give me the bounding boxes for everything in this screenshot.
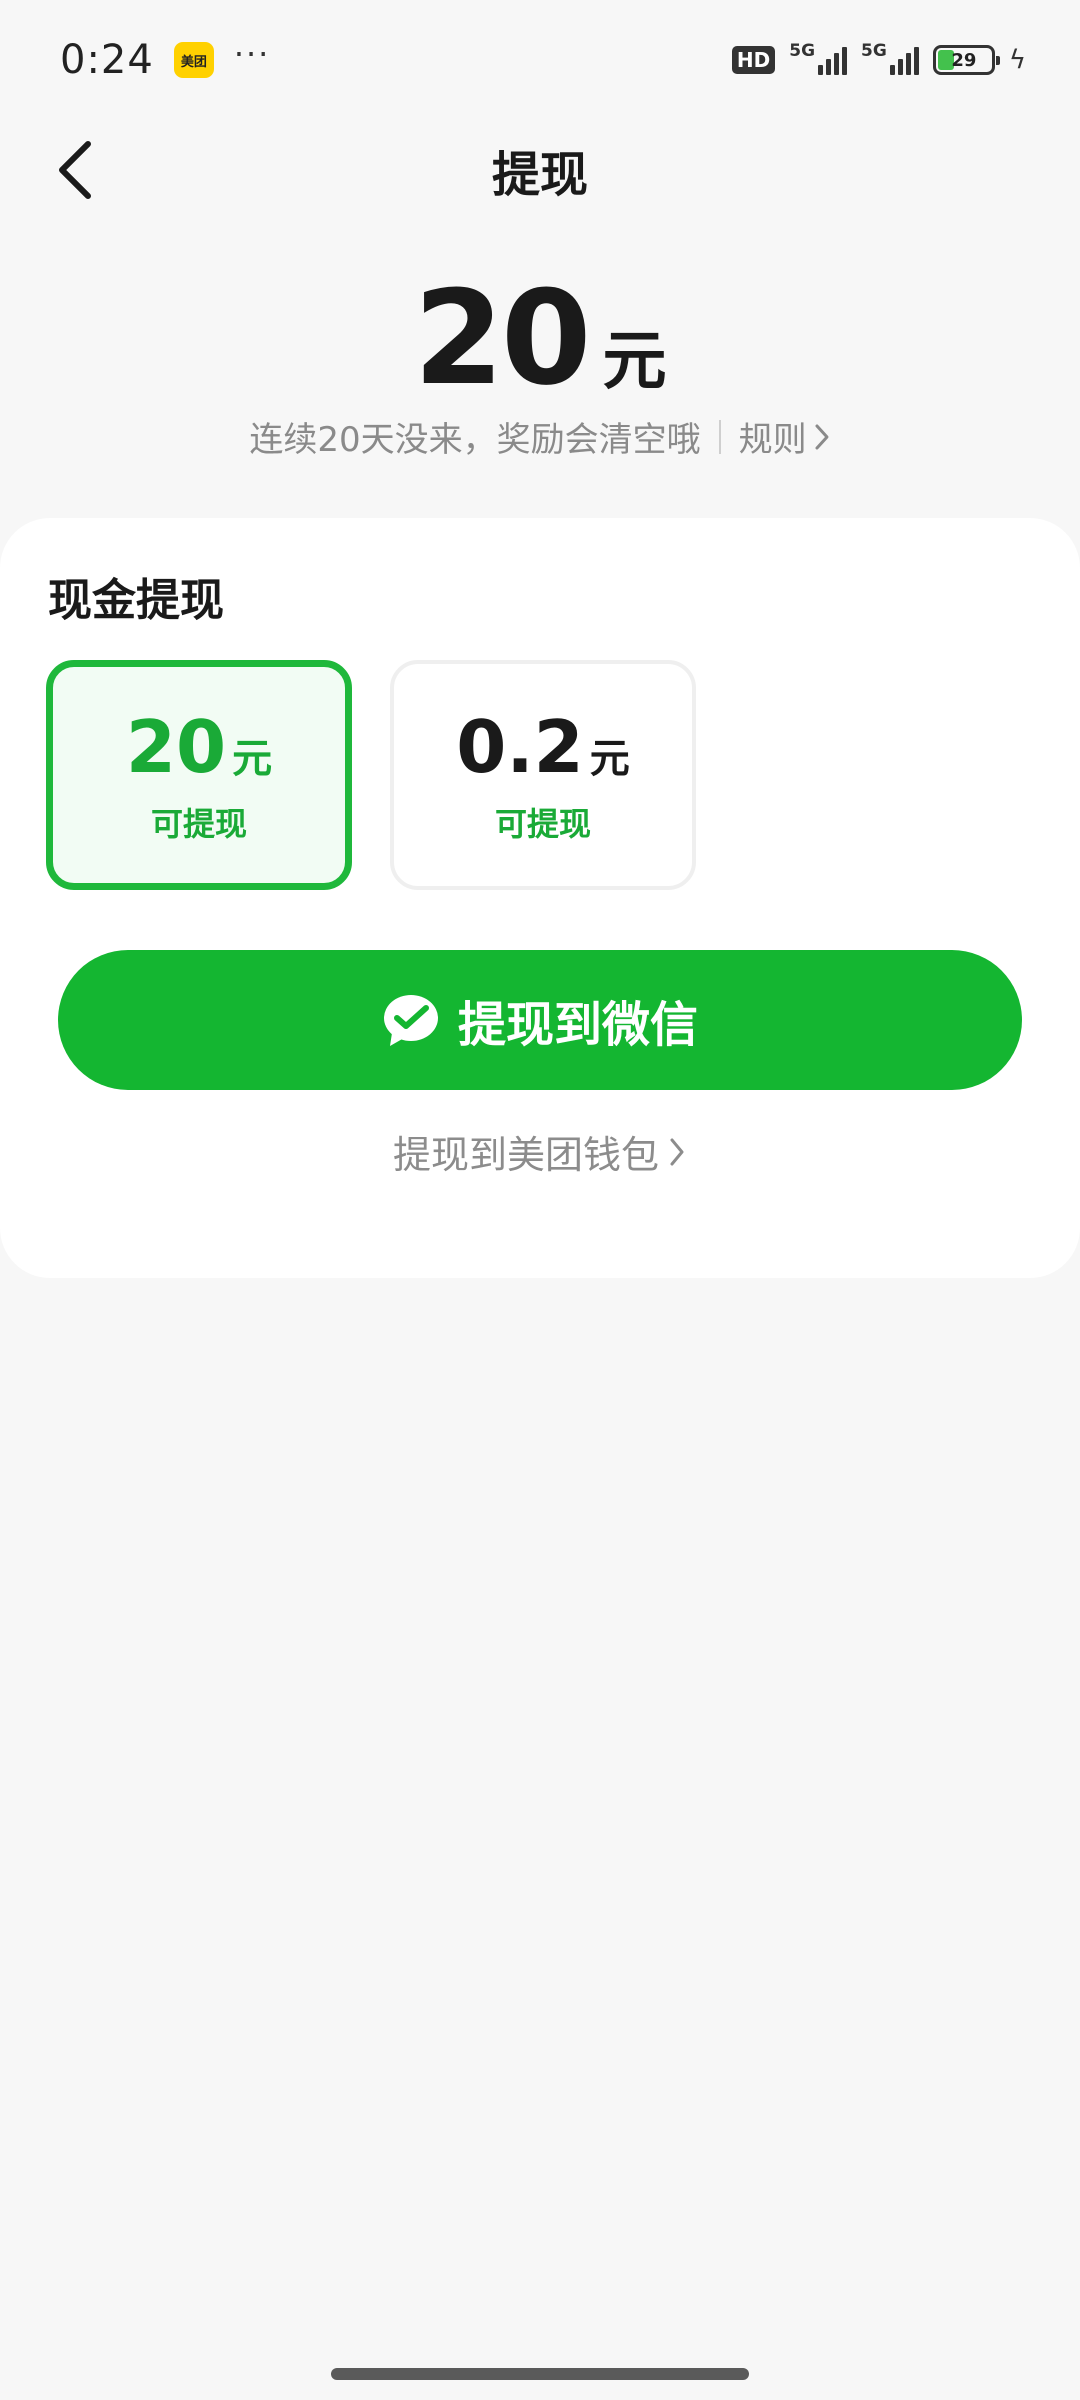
chevron-right-icon — [670, 1138, 684, 1165]
status-time: 0:24 — [60, 37, 154, 83]
option-unit: 元 — [232, 736, 273, 782]
withdraw-option-20[interactable]: 20 元 可提现 — [46, 660, 352, 890]
header: 提现 — [0, 120, 1080, 220]
withdraw-screen: 0:24 美团 ··· HD 5G 5G 29 ϟ 提现 20 元 连续20天没… — [0, 0, 1080, 2400]
rules-link[interactable]: 规则 — [739, 412, 831, 461]
option-label: 可提现 — [150, 805, 247, 843]
withdraw-to-wallet-label: 提现到美团钱包 — [392, 1133, 659, 1177]
option-unit: 元 — [589, 736, 630, 782]
page-title: 提现 — [491, 147, 588, 203]
status-right: HD 5G 5G 29 ϟ — [731, 41, 1026, 75]
signal-1-icon: 5G — [789, 41, 848, 75]
meituan-app-icon: 美团 — [173, 42, 214, 78]
signal-2-icon: 5G — [861, 41, 919, 75]
cash-withdraw-card: 现金提现 20 元 可提现 0.2 元 可提现 提现到微信 提现到美团钱包 — [0, 518, 1080, 1278]
option-amount-row: 0.2 元 — [456, 705, 630, 789]
home-indicator[interactable] — [331, 2368, 749, 2380]
withdraw-to-wallet-link[interactable]: 提现到美团钱包 — [0, 1124, 1080, 1179]
network-type-label: 5G — [789, 41, 816, 61]
withdraw-to-wechat-button[interactable]: 提现到微信 — [58, 950, 1022, 1090]
battery-icon: 29 — [932, 45, 1000, 75]
wechat-pay-icon — [383, 995, 438, 1046]
option-amount: 20 — [125, 705, 227, 789]
chevron-right-icon — [815, 424, 829, 449]
withdraw-option-0-2[interactable]: 0.2 元 可提现 — [390, 660, 696, 890]
option-amount: 0.2 — [456, 705, 584, 789]
signal-bars-1 — [818, 45, 848, 75]
more-notifications-icon: ··· — [233, 35, 271, 73]
balance-unit: 元 — [602, 325, 667, 399]
battery-level: 29 — [951, 49, 977, 71]
chevron-left-icon — [59, 141, 91, 199]
withdraw-to-wechat-label: 提现到微信 — [457, 997, 698, 1053]
back-button[interactable] — [40, 134, 112, 206]
expiry-notice: 连续20天没来，奖励会清空哦 规则 — [0, 412, 1080, 461]
option-label: 可提现 — [494, 805, 591, 843]
section-title: 现金提现 — [48, 575, 224, 626]
status-left: 0:24 美团 ··· — [60, 35, 271, 83]
network-type-label: 5G — [861, 41, 887, 61]
balance-amount: 20 — [413, 262, 592, 414]
rules-link-label: 规则 — [738, 420, 807, 460]
notice-divider — [718, 419, 721, 454]
hd-voice-icon: HD — [731, 46, 776, 74]
status-bar: 0:24 美团 ··· HD 5G 5G 29 ϟ — [0, 0, 1080, 120]
signal-bars-2 — [889, 45, 919, 75]
expiry-notice-text: 连续20天没来，奖励会清空哦 — [249, 420, 701, 460]
balance-display: 20 元 — [0, 262, 1080, 414]
option-amount-row: 20 元 — [126, 705, 272, 789]
charging-icon: ϟ — [1008, 45, 1026, 75]
